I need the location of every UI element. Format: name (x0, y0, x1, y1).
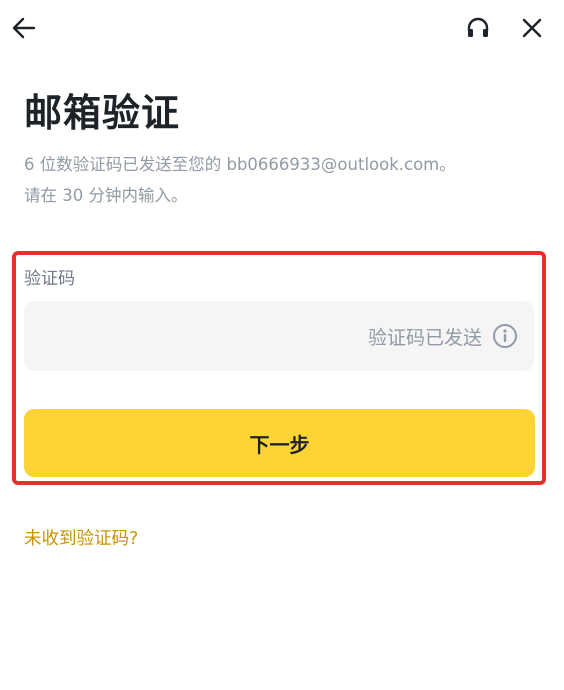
headset-icon (467, 17, 489, 37)
next-step-button[interactable]: 下一步 (24, 409, 535, 477)
info-circle-icon[interactable] (492, 323, 518, 349)
verification-description: 6 位数验证码已发送至您的 bb0666933@outlook.com。 请在 … (24, 149, 544, 211)
customer-support-button[interactable] (460, 10, 496, 46)
code-field-label: 验证码 (24, 269, 75, 289)
description-line-2: 请在 30 分钟内输入。 (24, 186, 188, 205)
arrow-left-icon (12, 17, 36, 39)
description-line-1: 6 位数验证码已发送至您的 bb0666933@outlook.com。 (24, 155, 456, 174)
close-button[interactable] (514, 10, 550, 46)
verification-code-input[interactable] (24, 301, 342, 373)
close-icon (522, 18, 542, 38)
page-title: 邮箱验证 (24, 91, 181, 135)
code-sent-status: 验证码已发送 (367, 327, 482, 349)
resend-code-link[interactable]: 未收到验证码? (24, 525, 138, 550)
top-bar (0, 0, 564, 60)
back-button[interactable] (6, 10, 42, 46)
verification-code-field[interactable]: 验证码已发送 (24, 301, 534, 373)
